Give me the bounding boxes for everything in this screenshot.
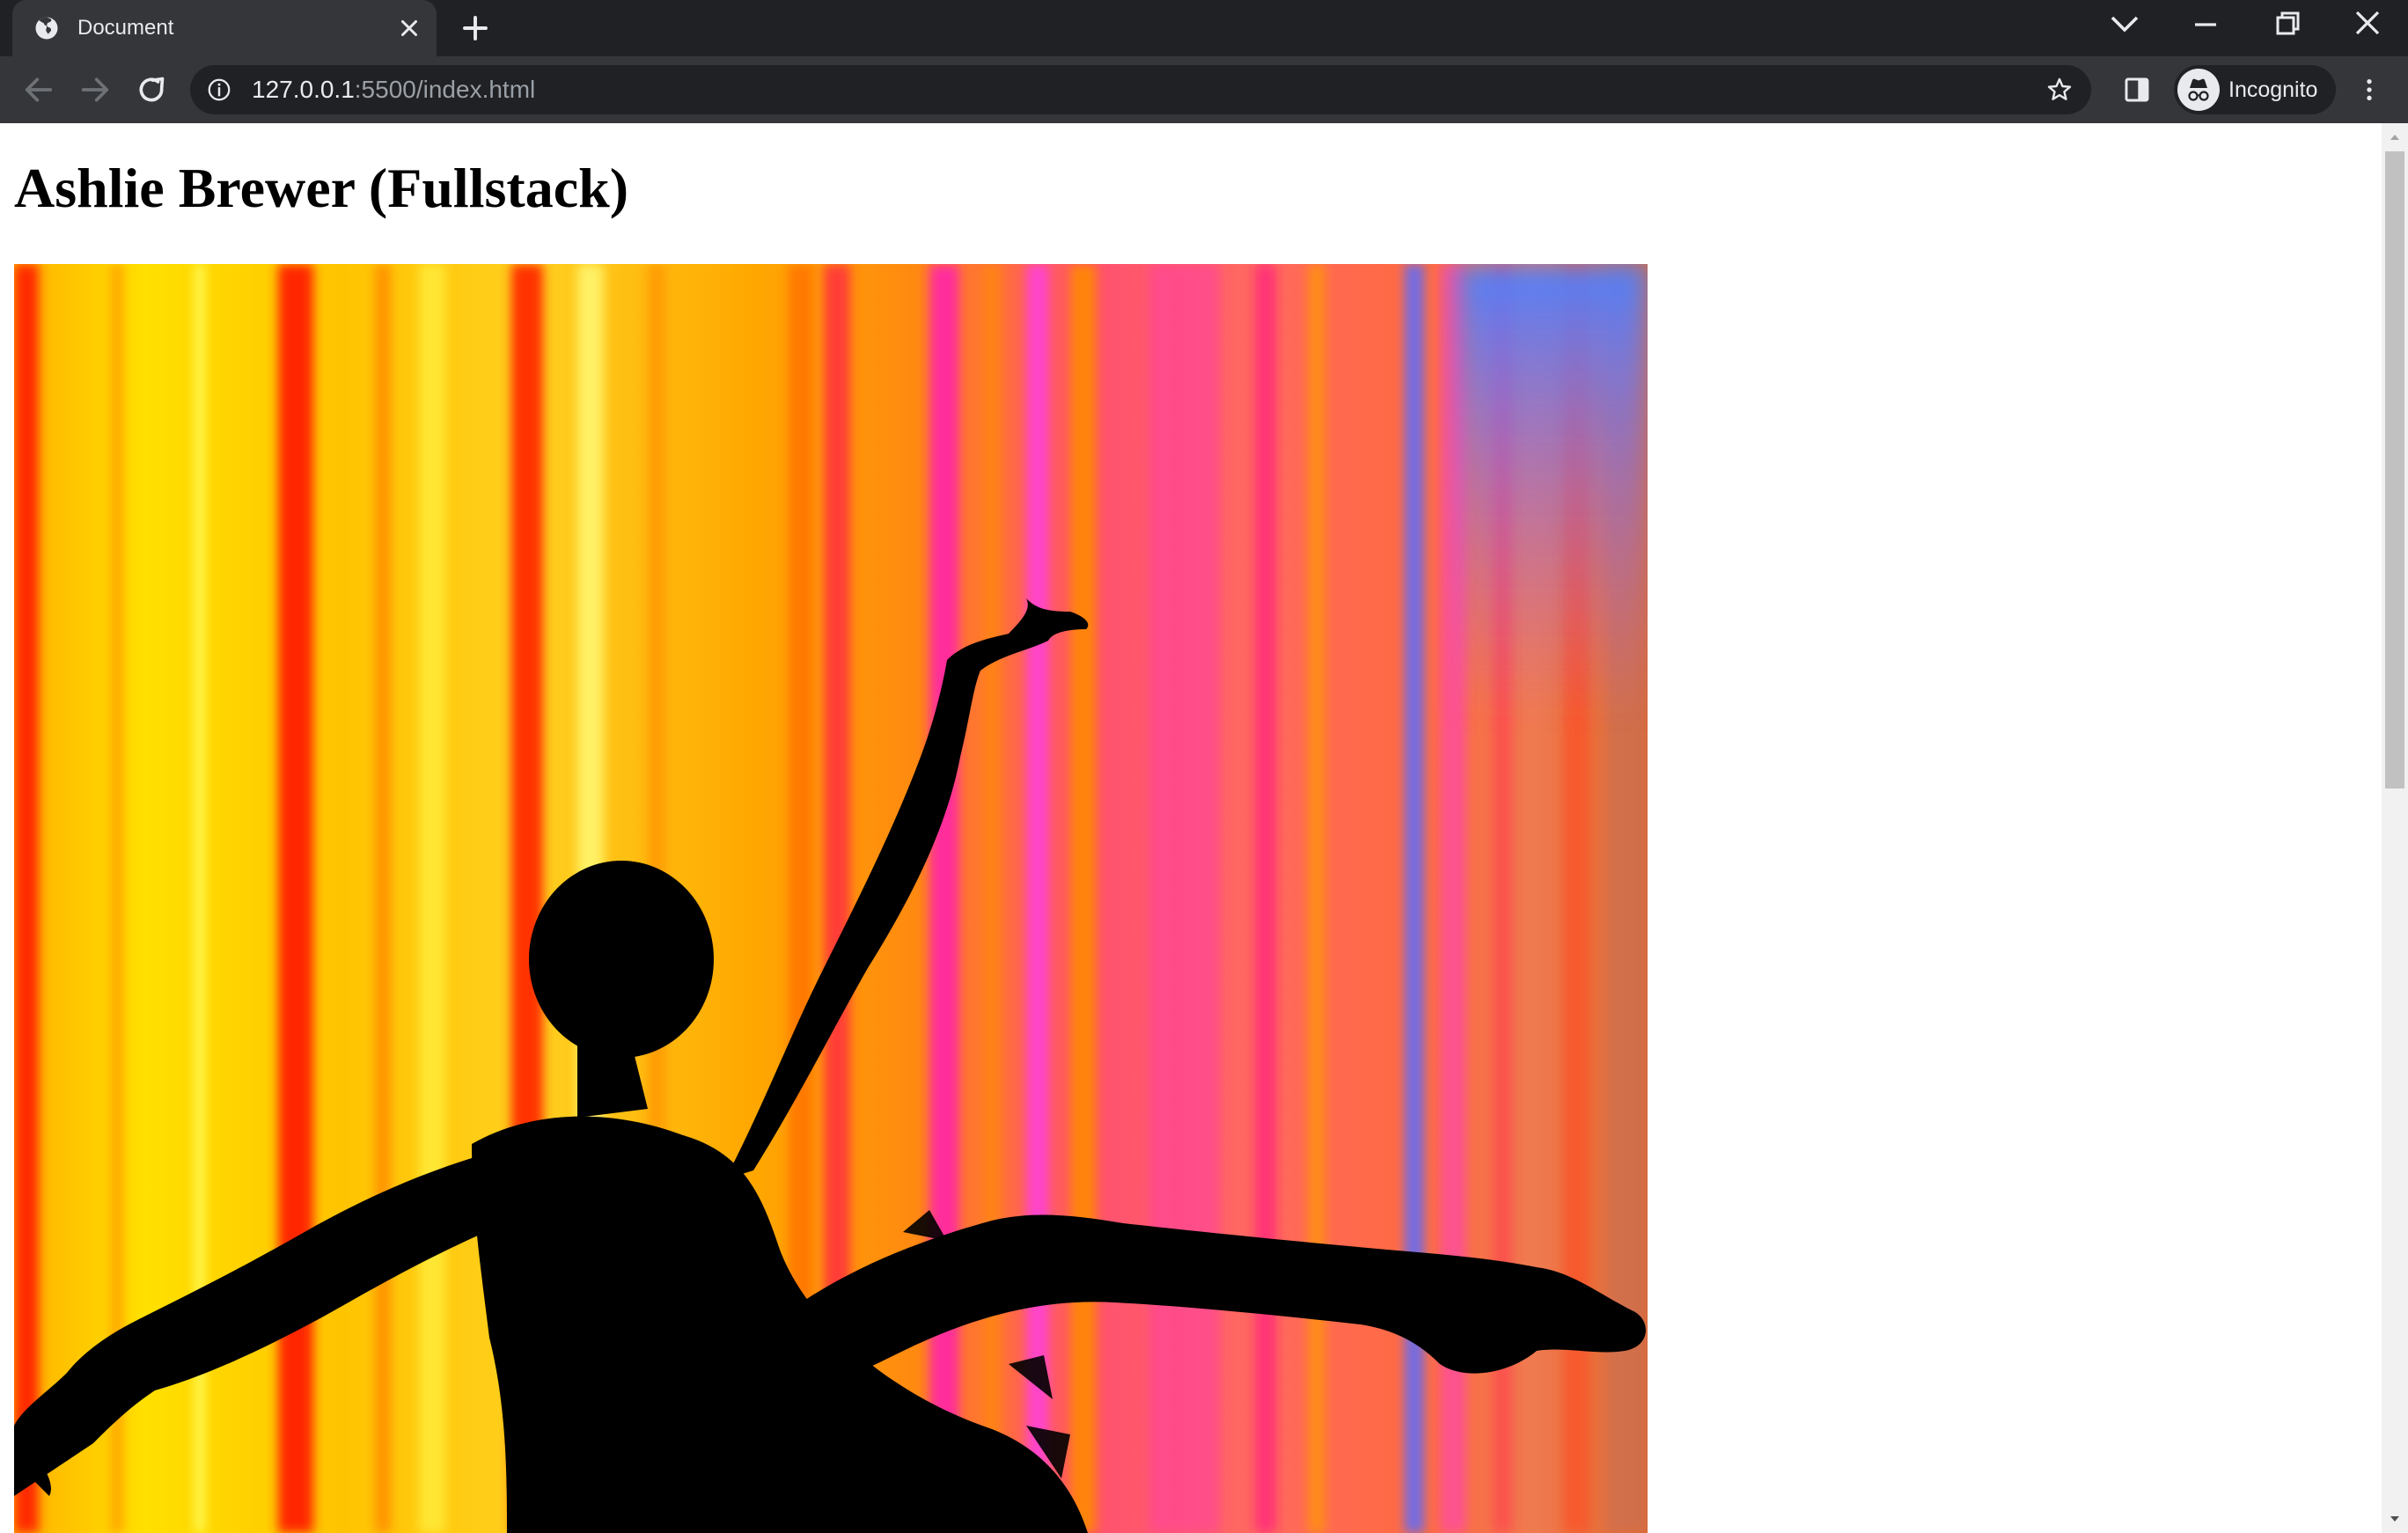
url-path: :5500/index.html	[354, 76, 536, 103]
incognito-icon	[2177, 69, 2220, 111]
dancer-silhouette-image	[14, 264, 1648, 1533]
tab-title: Document	[77, 16, 174, 40]
info-icon[interactable]	[206, 77, 232, 103]
url-text[interactable]: 127.0.0.1:5500/index.html	[252, 77, 535, 103]
plus-icon[interactable]	[459, 12, 491, 44]
browser-toolbar: 127.0.0.1:5500/index.html Incognito	[0, 56, 2408, 180]
profile-incognito-button[interactable]: Incognito	[2174, 65, 2336, 114]
scroll-down-arrow-icon[interactable]	[2388, 1512, 2402, 1526]
back-icon[interactable]	[21, 72, 56, 107]
forward-icon[interactable]	[77, 72, 113, 107]
tab-strip: Document	[0, 0, 2408, 56]
address-bar[interactable]: 127.0.0.1:5500/index.html	[190, 65, 2091, 114]
incognito-label: Incognito	[2228, 77, 2318, 102]
more-vert-icon[interactable]	[2355, 74, 2383, 106]
url-host: 127.0.0.1	[252, 76, 355, 103]
star-icon[interactable]	[2045, 76, 2074, 104]
page-heading: Ashlie Brewer (Fullstack)	[14, 157, 628, 219]
close-icon[interactable]	[396, 15, 422, 41]
globe-icon	[35, 17, 58, 40]
page-viewport: Ashlie Brewer (Fullstack)	[0, 123, 2382, 1533]
reload-icon[interactable]	[134, 72, 169, 107]
chevron-down-icon[interactable]	[2103, 7, 2146, 42]
minimize-icon[interactable]	[2184, 7, 2227, 42]
side-panel-icon[interactable]	[2123, 76, 2151, 104]
scrollbar-thumb[interactable]	[2385, 151, 2404, 789]
vertical-scrollbar[interactable]	[2382, 123, 2408, 1533]
scroll-up-arrow-icon[interactable]	[2388, 130, 2402, 144]
window-close-icon[interactable]	[2346, 7, 2389, 42]
restore-icon[interactable]	[2265, 7, 2308, 42]
browser-tab[interactable]: Document	[12, 0, 437, 56]
